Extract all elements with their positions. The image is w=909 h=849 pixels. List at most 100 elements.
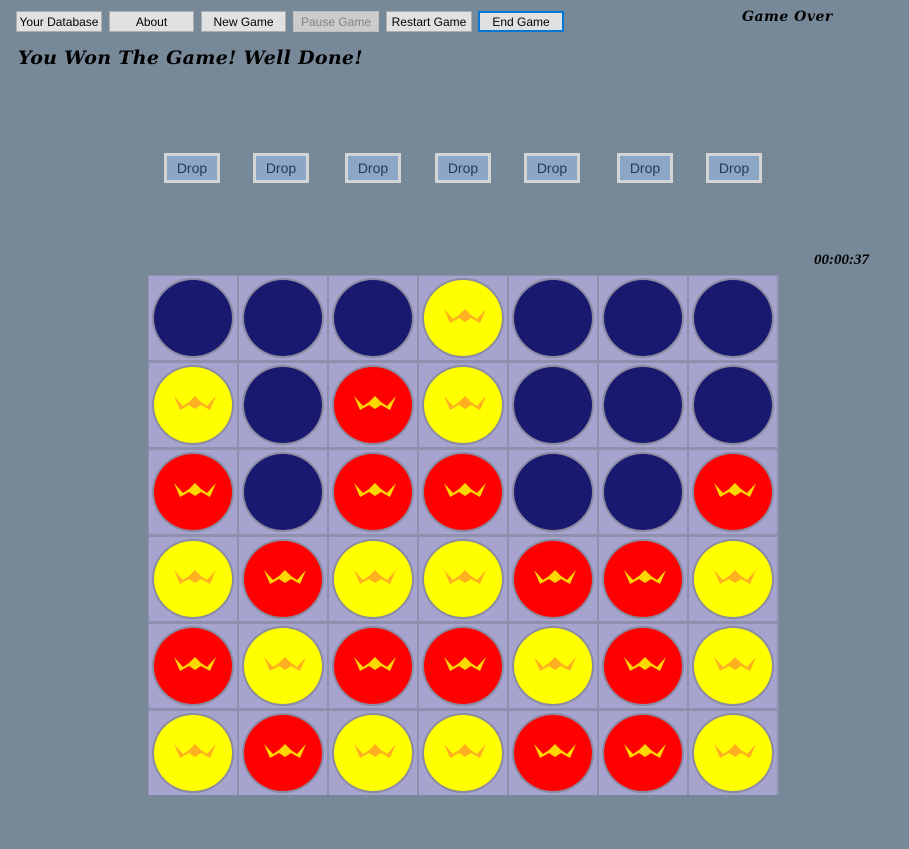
board-cell-r3-c2 bbox=[239, 450, 327, 534]
game-result-message: You Won The Game! Well Done! bbox=[18, 47, 363, 69]
crown-icon bbox=[714, 744, 756, 758]
board-cell-r4-c4 bbox=[419, 537, 507, 621]
empty-slot bbox=[242, 365, 324, 445]
board-cell-r1-c6 bbox=[599, 276, 687, 360]
restart-game-button[interactable]: Restart Game bbox=[386, 11, 472, 32]
red-disc bbox=[152, 626, 234, 706]
board-cell-r3-c6 bbox=[599, 450, 687, 534]
board-cell-r1-c4 bbox=[419, 276, 507, 360]
empty-slot bbox=[602, 365, 684, 445]
yellow-disc bbox=[692, 539, 774, 619]
crown-icon bbox=[714, 570, 756, 584]
end-game-button[interactable]: End Game bbox=[478, 11, 564, 32]
yellow-disc bbox=[422, 713, 504, 793]
board-cell-r6-c6 bbox=[599, 711, 687, 795]
crown-icon bbox=[354, 744, 396, 758]
game-board bbox=[148, 275, 779, 795]
red-disc bbox=[512, 539, 594, 619]
pause-game-button[interactable]: Pause Game bbox=[293, 11, 379, 32]
board-cell-r3-c4 bbox=[419, 450, 507, 534]
yellow-disc bbox=[692, 713, 774, 793]
crown-icon bbox=[534, 657, 576, 671]
board-cell-r4-c5 bbox=[509, 537, 597, 621]
yellow-disc bbox=[332, 539, 414, 619]
crown-icon bbox=[444, 396, 486, 410]
yellow-disc bbox=[152, 713, 234, 793]
red-disc bbox=[512, 713, 594, 793]
yellow-disc bbox=[152, 539, 234, 619]
new-game-button[interactable]: New Game bbox=[201, 11, 286, 32]
red-disc bbox=[422, 452, 504, 532]
red-disc bbox=[242, 713, 324, 793]
empty-slot bbox=[512, 365, 594, 445]
drop-button-col-5[interactable]: Drop bbox=[524, 153, 580, 183]
empty-slot bbox=[242, 278, 324, 358]
board-cell-r4-c1 bbox=[149, 537, 237, 621]
board-cell-r2-c3 bbox=[329, 363, 417, 447]
board-cell-r2-c7 bbox=[689, 363, 777, 447]
drop-button-col-3[interactable]: Drop bbox=[345, 153, 401, 183]
red-disc bbox=[692, 452, 774, 532]
about-button[interactable]: About bbox=[109, 11, 194, 32]
board-cell-r1-c5 bbox=[509, 276, 597, 360]
red-disc bbox=[332, 452, 414, 532]
board-cell-r5-c5 bbox=[509, 624, 597, 708]
board-cell-r6-c7 bbox=[689, 711, 777, 795]
empty-slot bbox=[512, 452, 594, 532]
yellow-disc bbox=[242, 626, 324, 706]
board-cell-r6-c3 bbox=[329, 711, 417, 795]
empty-slot bbox=[512, 278, 594, 358]
board-cell-r5-c4 bbox=[419, 624, 507, 708]
board-cell-r2-c4 bbox=[419, 363, 507, 447]
crown-icon bbox=[174, 744, 216, 758]
crown-icon bbox=[354, 570, 396, 584]
your-database-button[interactable]: Your Database bbox=[16, 11, 102, 32]
game-timer: 00:00:37 bbox=[814, 252, 869, 268]
red-disc bbox=[332, 626, 414, 706]
board-cell-r6-c4 bbox=[419, 711, 507, 795]
crown-icon bbox=[264, 744, 306, 758]
crown-icon bbox=[444, 483, 486, 497]
red-disc bbox=[242, 539, 324, 619]
drop-button-col-4[interactable]: Drop bbox=[435, 153, 491, 183]
crown-icon bbox=[714, 483, 756, 497]
board-cell-r6-c5 bbox=[509, 711, 597, 795]
crown-icon bbox=[174, 396, 216, 410]
drop-button-col-1[interactable]: Drop bbox=[164, 153, 220, 183]
board-cell-r6-c1 bbox=[149, 711, 237, 795]
crown-icon bbox=[444, 309, 486, 323]
board-cell-r5-c2 bbox=[239, 624, 327, 708]
drop-button-col-7[interactable]: Drop bbox=[706, 153, 762, 183]
crown-icon bbox=[174, 570, 216, 584]
drop-button-col-2[interactable]: Drop bbox=[253, 153, 309, 183]
crown-icon bbox=[354, 657, 396, 671]
crown-icon bbox=[444, 744, 486, 758]
board-cell-r1-c3 bbox=[329, 276, 417, 360]
board-cell-r5-c6 bbox=[599, 624, 687, 708]
empty-slot bbox=[332, 278, 414, 358]
yellow-disc bbox=[512, 626, 594, 706]
crown-icon bbox=[444, 570, 486, 584]
empty-slot bbox=[692, 365, 774, 445]
crown-icon bbox=[624, 657, 666, 671]
board-cell-r3-c1 bbox=[149, 450, 237, 534]
board-cell-r3-c3 bbox=[329, 450, 417, 534]
board-cell-r6-c2 bbox=[239, 711, 327, 795]
board-cell-r4-c3 bbox=[329, 537, 417, 621]
board-cell-r2-c5 bbox=[509, 363, 597, 447]
board-cell-r3-c5 bbox=[509, 450, 597, 534]
crown-icon bbox=[534, 744, 576, 758]
board-cell-r5-c7 bbox=[689, 624, 777, 708]
drop-button-col-6[interactable]: Drop bbox=[617, 153, 673, 183]
crown-icon bbox=[444, 657, 486, 671]
board-cell-r5-c1 bbox=[149, 624, 237, 708]
board-cell-r2-c6 bbox=[599, 363, 687, 447]
crown-icon bbox=[624, 744, 666, 758]
board-cell-r2-c1 bbox=[149, 363, 237, 447]
crown-icon bbox=[174, 657, 216, 671]
crown-icon bbox=[354, 396, 396, 410]
empty-slot bbox=[602, 278, 684, 358]
crown-icon bbox=[534, 570, 576, 584]
red-disc bbox=[602, 539, 684, 619]
empty-slot bbox=[602, 452, 684, 532]
